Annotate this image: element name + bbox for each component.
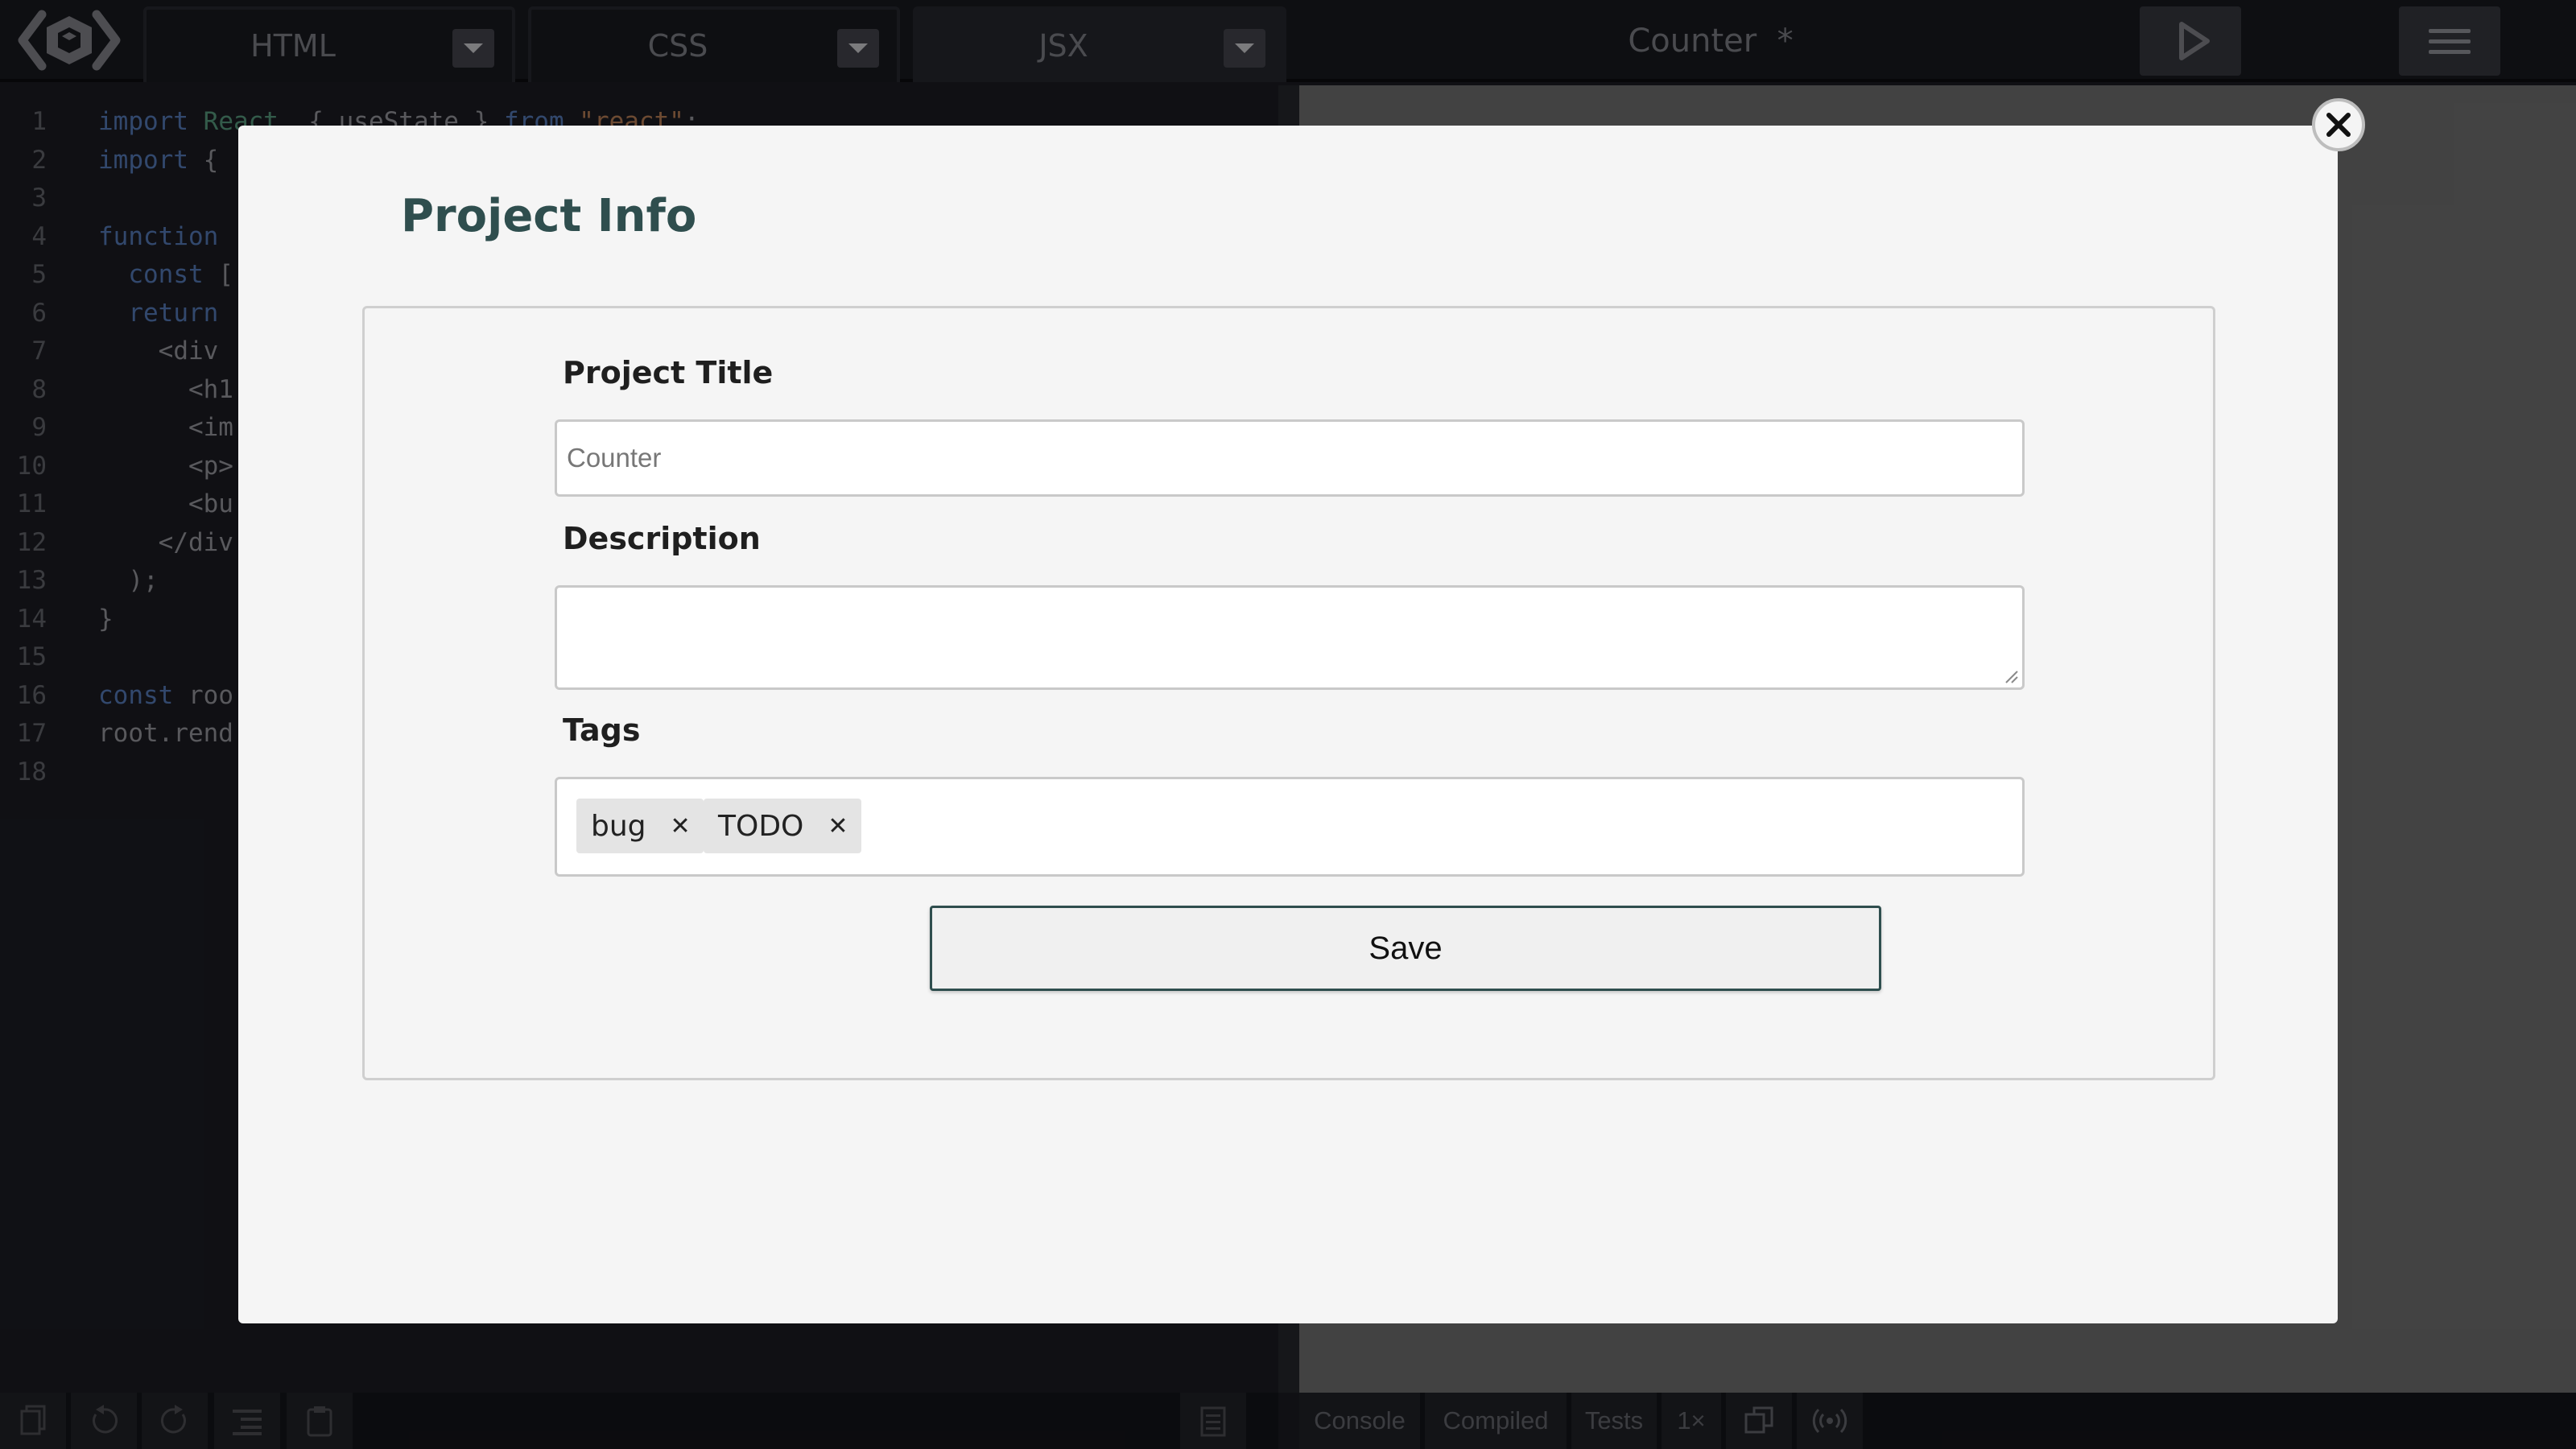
tag-chip: bug ✕ [576,799,704,853]
project-info-modal: Project Info Project Title Description T… [238,126,2338,1323]
tags-field[interactable]: bug ✕ TODO ✕ [555,777,2025,877]
project-info-form: Project Title Description Tags bug ✕ TOD… [362,306,2215,1080]
description-label: Description [563,521,761,556]
description-textarea[interactable] [557,588,2022,687]
tags-label: Tags [563,712,641,748]
project-title-label: Project Title [563,355,774,390]
remove-tag-icon[interactable]: ✕ [828,812,848,840]
tag-chip: TODO ✕ [704,799,861,853]
project-title-field[interactable] [555,419,2025,497]
remove-tag-icon[interactable]: ✕ [671,812,691,840]
tag-label: TODO [718,809,804,843]
resize-grip-icon[interactable] [2003,668,2019,684]
save-button[interactable]: Save [930,906,1881,991]
tag-label: bug [591,809,646,843]
project-title-input[interactable] [557,422,2022,494]
close-icon[interactable] [2312,98,2365,151]
modal-title: Project Info [401,190,697,242]
description-field[interactable] [555,585,2025,690]
